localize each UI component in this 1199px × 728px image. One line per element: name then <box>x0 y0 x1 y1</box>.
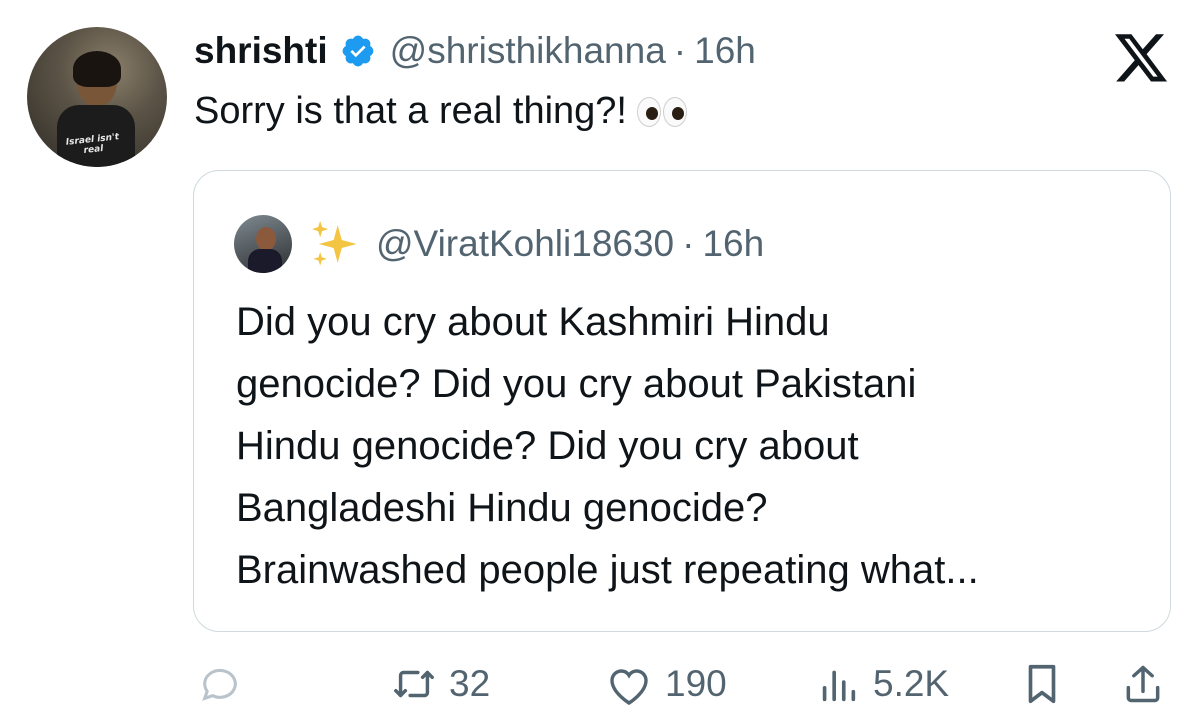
sparkles-emoji-icon <box>312 221 357 266</box>
bookmark-button[interactable] <box>1021 652 1063 716</box>
tweet-header: shrishti @shristhikhanna · 16h <box>194 28 756 74</box>
quoted-text-line: Did you cry about Kashmiri Hindu <box>236 300 830 344</box>
quoted-header-separator: · <box>682 223 695 264</box>
eyes-emoji-icon <box>637 96 687 127</box>
tweet-text: Sorry is that a real thing?! <box>194 90 687 133</box>
author-handle[interactable]: @shristhikhanna <box>390 30 666 72</box>
views-button[interactable]: 5.2K <box>815 652 949 716</box>
quoted-text-line: Hindu genocide? Did you cry about <box>236 424 859 468</box>
quoted-avatar-body <box>248 249 282 273</box>
like-button[interactable]: 190 <box>605 652 727 716</box>
retweet-icon <box>394 670 434 698</box>
quoted-tweet-timestamp[interactable]: 16h <box>702 223 764 265</box>
views-count: 5.2K <box>873 663 950 704</box>
quoted-tweet-text: Did you cry about Kashmiri Hindu genocid… <box>236 291 1136 601</box>
eye-left <box>637 96 661 127</box>
share-icon <box>1126 665 1160 703</box>
retweet-count: 32 <box>449 663 491 704</box>
author-avatar[interactable]: Israel isn't real <box>27 27 167 167</box>
quoted-tweet-card[interactable]: @ViratKohli18630 · 16h Did you cry about… <box>193 170 1171 632</box>
quoted-author-handle[interactable]: @ViratKohli18630 <box>376 223 674 265</box>
bookmark-icon <box>1028 664 1056 704</box>
tweet-timestamp[interactable]: 16h <box>694 30 756 72</box>
quoted-text-line: Brainwashed people just repeating what..… <box>236 548 979 592</box>
quoted-avatar-head <box>256 227 276 251</box>
eye-right <box>663 96 687 127</box>
quoted-text-line: Bangladeshi Hindu genocide? <box>236 486 768 530</box>
avatar-hair <box>73 51 121 87</box>
retweet-button[interactable]: 32 <box>391 652 490 716</box>
share-button[interactable] <box>1121 652 1165 716</box>
quoted-text-line: genocide? Did you cry about Pakistani <box>236 362 917 406</box>
tweet-action-bar: 32 190 5.2K <box>193 652 1171 716</box>
display-name[interactable]: shrishti <box>194 30 328 72</box>
quoted-tweet-header: @ViratKohli18630 · 16h <box>234 215 764 273</box>
heart-icon <box>610 669 648 705</box>
header-separator: · <box>673 30 687 71</box>
reply-icon <box>202 668 237 701</box>
verified-badge-icon <box>342 35 374 67</box>
reply-button[interactable] <box>197 652 243 716</box>
like-count: 190 <box>665 663 727 704</box>
tweet-text-content: Sorry is that a real thing?! <box>194 90 627 132</box>
quoted-author-avatar[interactable] <box>234 215 292 273</box>
x-logo-icon[interactable] <box>1115 34 1169 84</box>
views-chart-icon <box>822 670 856 702</box>
